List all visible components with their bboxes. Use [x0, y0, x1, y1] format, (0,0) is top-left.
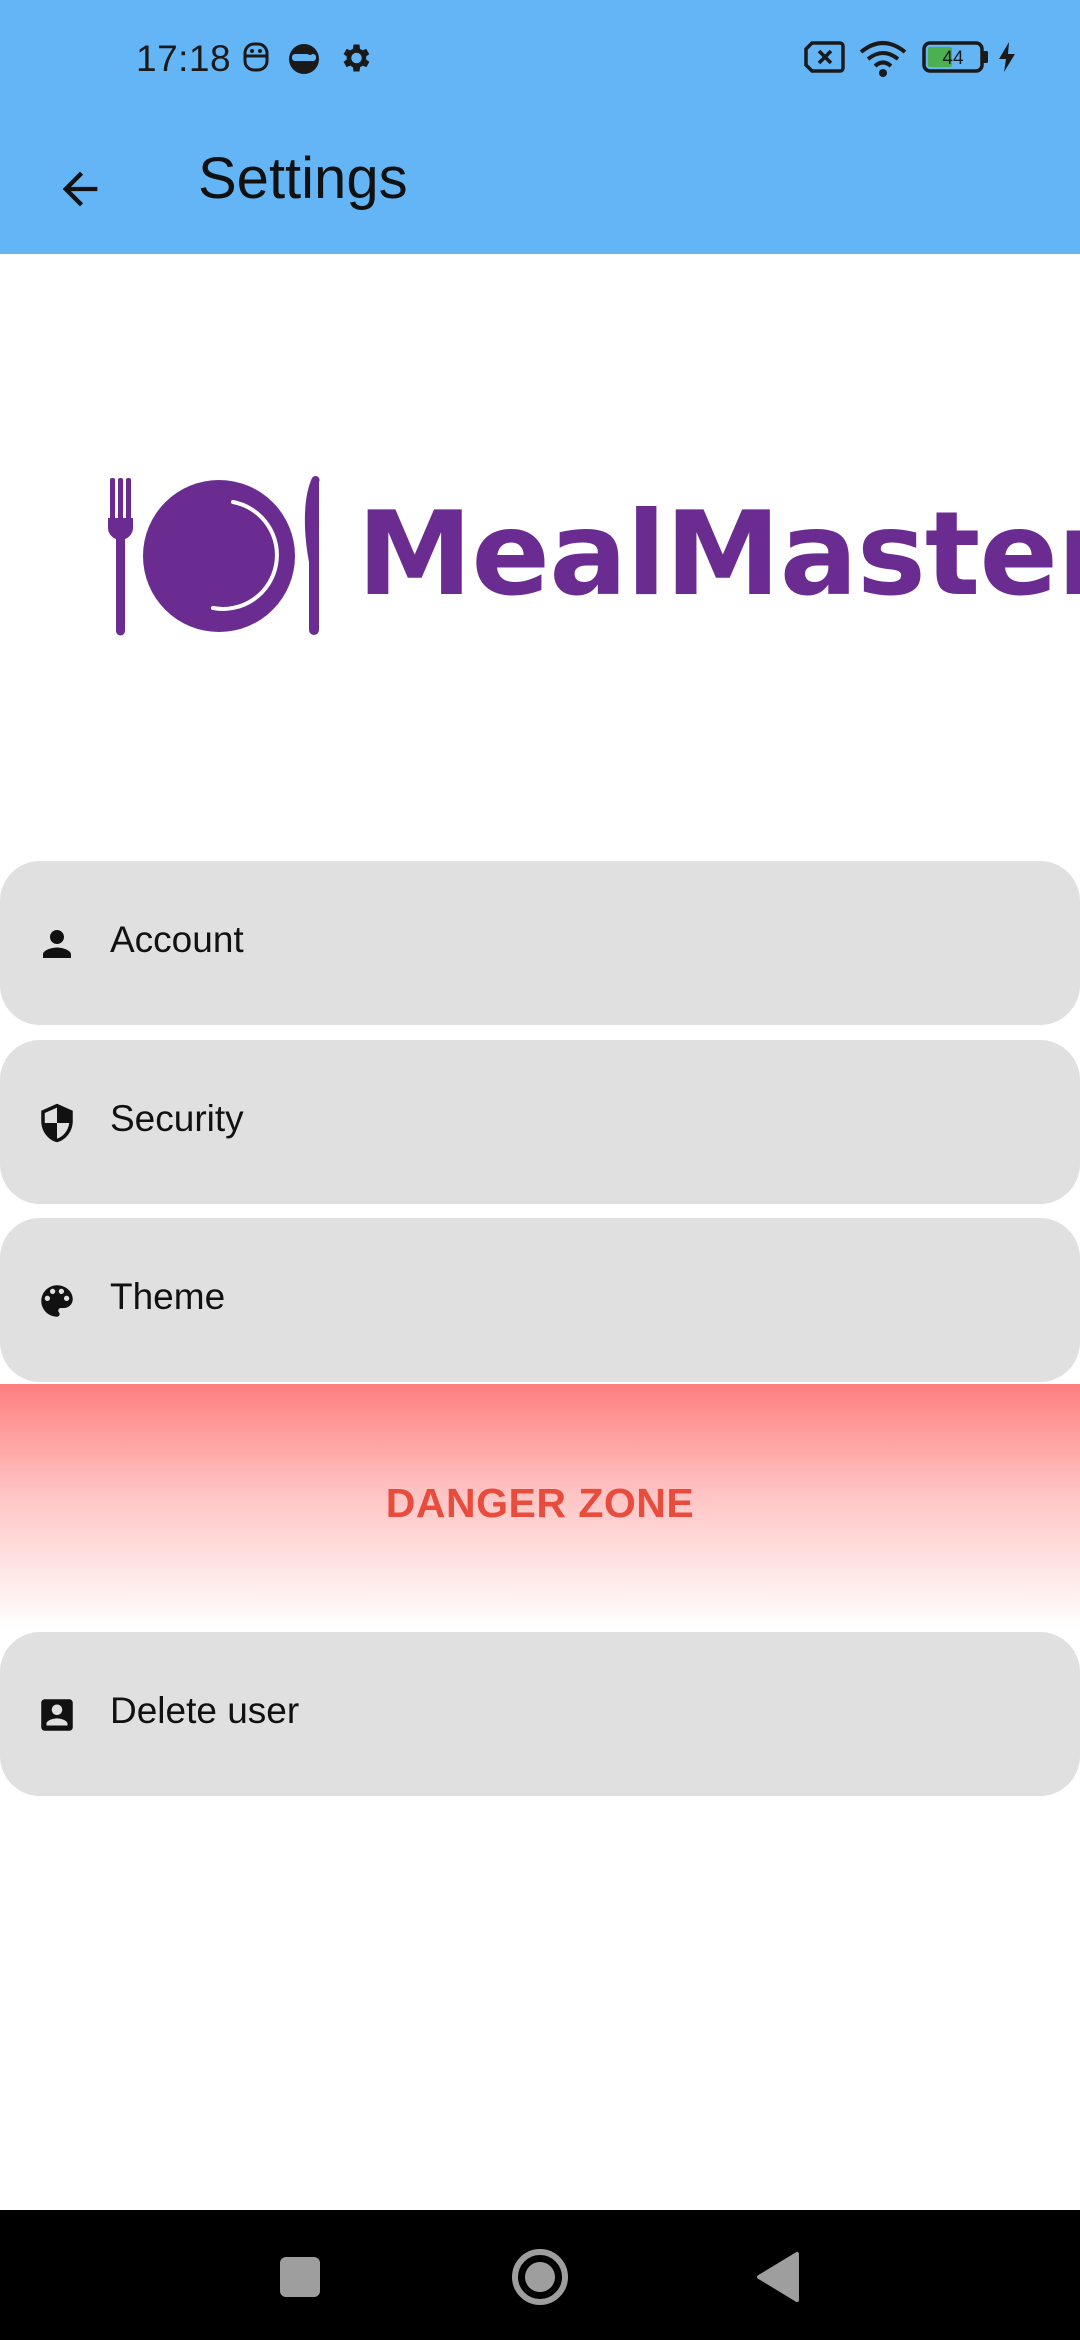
- back-button[interactable]: [40, 149, 120, 229]
- settings-item-label: Account: [110, 919, 244, 960]
- shield-icon: [41, 1103, 73, 1143]
- page-title: Settings: [198, 146, 408, 211]
- arrow-back-icon: [62, 171, 98, 207]
- wifi-icon: [859, 41, 907, 77]
- settings-item-label: Theme: [110, 1276, 226, 1317]
- battery-icon: 44: [922, 41, 988, 73]
- status-time: 17:18: [136, 38, 232, 79]
- battery-level-text: 44: [942, 48, 964, 69]
- account-box-icon: [41, 1699, 73, 1731]
- settings-item-theme[interactable]: Theme: [0, 1218, 1080, 1382]
- app-bar: Settings: [0, 125, 1080, 254]
- charging-bolt-icon: [999, 42, 1015, 72]
- no-sim-icon: [804, 41, 845, 73]
- android-robot-icon: [243, 42, 269, 72]
- app-logo: MealMaster: [105, 470, 1080, 640]
- home-circle-icon[interactable]: [505, 2242, 575, 2312]
- person-icon: [43, 930, 71, 958]
- settings-item-security[interactable]: Security: [0, 1040, 1080, 1204]
- settings-item-account[interactable]: Account: [0, 861, 1080, 1025]
- settings-item-label: Delete user: [110, 1690, 300, 1731]
- danger-zone-label: DANGER ZONE: [385, 1480, 695, 1526]
- danger-zone-header: DANGER ZONE: [0, 1384, 1080, 1629]
- settings-gear-icon: [343, 44, 370, 72]
- settings-item-label: Security: [110, 1098, 244, 1139]
- settings-item-delete-user[interactable]: Delete user: [0, 1632, 1080, 1796]
- system-nav-bar: [0, 2210, 1080, 2340]
- plate-fork-knife-icon: [108, 475, 320, 636]
- brand-name: MealMaster: [357, 487, 1080, 622]
- back-triangle-icon[interactable]: [745, 2242, 815, 2312]
- status-bar: 17:18 44: [0, 0, 1080, 125]
- game-controller-icon: [289, 44, 319, 74]
- recents-square-icon[interactable]: [265, 2242, 335, 2312]
- palette-icon: [41, 1285, 73, 1317]
